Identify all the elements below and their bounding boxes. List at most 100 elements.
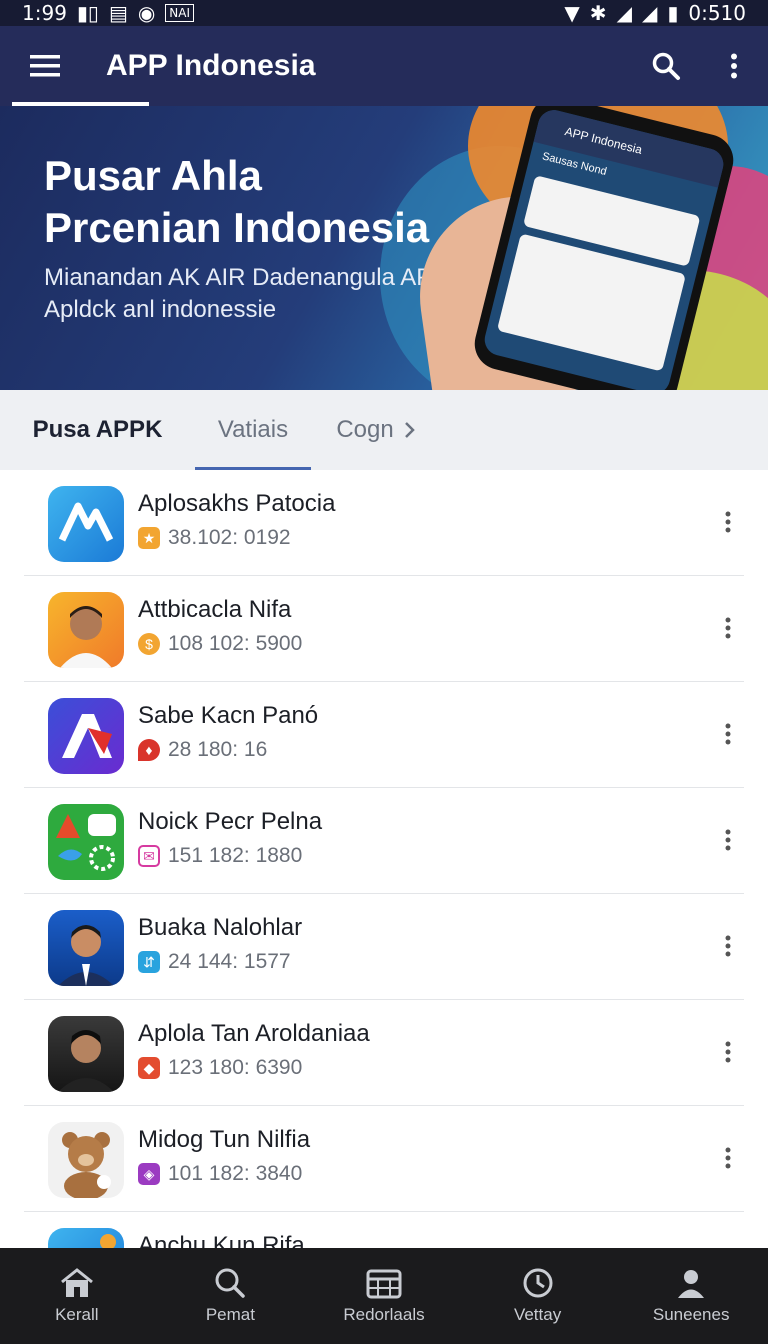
- more-vert-icon: [725, 617, 731, 639]
- bottom-navigation: Kerall Pemat Redorlaals Vettay Suneenes: [0, 1248, 768, 1344]
- tab-label: Pusa APPK: [32, 416, 163, 443]
- more-vert-icon: [725, 1041, 731, 1063]
- more-options-button[interactable]: [712, 930, 744, 962]
- smiling-man-portrait-icon: [48, 1016, 124, 1092]
- app-stats-value: 28 180: 16: [168, 738, 268, 761]
- nav-label: Vettay: [513, 1305, 562, 1324]
- app-bar: APP Indonesia: [0, 26, 768, 106]
- status-clock: 0:510: [688, 1, 746, 25]
- more-options-button[interactable]: [712, 1036, 744, 1068]
- nav-item-kerall[interactable]: Kerall: [0, 1248, 154, 1344]
- status-bar: 1:99 ▮▯ ▤ ◉ NAI ▼ ✱ ◢ ◢ ▮ 0:510: [0, 0, 768, 26]
- nav-label: Kerall: [55, 1305, 99, 1324]
- nav-label: Redorlaals: [343, 1305, 425, 1324]
- menu-button[interactable]: [0, 26, 90, 106]
- more-vert-icon: [725, 511, 731, 533]
- list-item[interactable]: Aplosakhs Patocia ★ 38.102: 0192: [24, 470, 744, 576]
- search-icon: [215, 1268, 246, 1298]
- list-item[interactable]: Sabe Kacn Panó ♦ 28 180: 16: [24, 682, 744, 788]
- menu-icon: [30, 55, 60, 77]
- sim-icon: ▤: [108, 1, 128, 25]
- app-stats: ★ 38.102: 0192: [138, 526, 291, 550]
- chevron-right-icon: [404, 422, 415, 438]
- location-badge-icon: ♦: [138, 739, 160, 761]
- more-options-button[interactable]: [712, 506, 744, 538]
- more-options-button[interactable]: [712, 1142, 744, 1174]
- bluetooth-icon: ✱: [589, 1, 607, 25]
- mail-badge-icon: ✉: [138, 845, 160, 867]
- nav-item-vettay[interactable]: Vettay: [461, 1248, 615, 1344]
- more-options-button[interactable]: [712, 612, 744, 644]
- battery-icon: ▮: [667, 1, 679, 25]
- list-item[interactable]: Attbicacla Nifa $ 108 102: 5900: [24, 576, 744, 682]
- app-stats: ⇵ 24 144: 1577: [138, 950, 291, 974]
- hero-subtitle-line1: Mianandan AK AIR Dadenangula APK: [44, 264, 449, 291]
- green-social-apps-icon: [48, 804, 124, 880]
- app-name: Aplosakhs Patocia: [138, 490, 336, 517]
- blue-app-logo-icon: [48, 486, 124, 562]
- app-stats-value: 38.102: 0192: [168, 526, 291, 549]
- nav-item-suneenes[interactable]: Suneenes: [614, 1248, 768, 1344]
- nav-item-pemat[interactable]: Pemat: [154, 1248, 308, 1344]
- clock-icon: [523, 1268, 553, 1298]
- home-icon: [60, 1268, 93, 1297]
- list-item[interactable]: Noick Pecr Pelna ✉ 151 182: 1880: [24, 788, 744, 894]
- calendar-grid-icon: [366, 1269, 402, 1299]
- tab-label: Cogn: [336, 416, 394, 443]
- man-suit-portrait-icon: [48, 910, 124, 986]
- man-portrait-icon: [48, 592, 124, 668]
- blue-app-partial-icon: [48, 1228, 124, 1248]
- app-name: Aplola Tan Aroldaniaa: [138, 1020, 370, 1047]
- app-name: Anchu Kun Rifa: [138, 1232, 305, 1248]
- app-name: Buaka Nalohlar: [138, 914, 303, 941]
- tab-cogn[interactable]: Cogn: [311, 390, 441, 470]
- hero-title-line2: Prcenian Indonesia: [44, 204, 430, 251]
- hero-banner[interactable]: Pusar Ahla Prcenian Indonesia Mianandan …: [0, 106, 768, 390]
- nav-item-redorlaals[interactable]: Redorlaals: [307, 1248, 461, 1344]
- more-options-button[interactable]: [712, 718, 744, 750]
- app-stats: ◆ 123 180: 6390: [138, 1056, 302, 1080]
- status-time: 1:99: [22, 1, 67, 25]
- list-item[interactable]: Aplola Tan Aroldaniaa ◆ 123 180: 6390: [24, 1000, 744, 1106]
- status-badge: NAI: [165, 4, 195, 22]
- more-vert-icon: [725, 829, 731, 851]
- app-stats-value: 101 182: 3840: [168, 1162, 303, 1185]
- more-vert-icon: [731, 53, 737, 79]
- cell-signal-icon-2: ◢: [641, 1, 658, 25]
- more-options-button[interactable]: [712, 824, 744, 856]
- hero-subtitle-line2: Apldck anl indonessie: [44, 296, 277, 323]
- more-options-button[interactable]: [700, 26, 768, 106]
- more-vert-icon: [725, 935, 731, 957]
- tab-label: Vatiais: [217, 416, 289, 443]
- hero-subtitle: Mianandan AK AIR Dadenangula APK Apldck …: [44, 262, 448, 326]
- red-a-logo-icon: [48, 698, 124, 774]
- list-item[interactable]: Midog Tun Nilfia ◈ 101 182: 3840: [24, 1106, 744, 1212]
- app-name: Noick Pecr Pelna: [138, 808, 323, 835]
- nav-label: Pemat: [205, 1305, 255, 1324]
- app-title: APP Indonesia: [106, 49, 316, 82]
- search-icon: [652, 52, 680, 80]
- cell-signal-icon: ◢: [616, 1, 632, 25]
- app-list: Aplosakhs Patocia ★ 38.102: 0192 Attbica…: [0, 470, 768, 1248]
- app-name: Attbicacla Nifa: [138, 596, 292, 623]
- transfer-badge-icon: ⇵: [138, 951, 160, 973]
- star-badge-icon: ★: [138, 527, 160, 549]
- category-tabs: Pusa APPK Vatiais Cogn: [0, 390, 768, 471]
- list-item[interactable]: Buaka Nalohlar ⇵ 24 144: 1577: [24, 894, 744, 1000]
- signal-bars-icon: ▮▯: [76, 1, 99, 25]
- app-stats-value: 123 180: 6390: [168, 1056, 303, 1079]
- app-stats-value: 24 144: 1577: [168, 950, 291, 973]
- diamond-badge-icon: ◆: [138, 1057, 160, 1079]
- tab-pusa-appk[interactable]: Pusa APPK: [0, 390, 195, 470]
- app-stats: ◈ 101 182: 3840: [138, 1162, 302, 1186]
- app-stats: $ 108 102: 5900: [138, 632, 302, 656]
- tab-vatiais[interactable]: Vatiais: [195, 390, 311, 470]
- app-stats-value: 108 102: 5900: [168, 632, 303, 655]
- list-item[interactable]: Anchu Kun Rifa: [24, 1212, 744, 1248]
- search-button[interactable]: [632, 26, 700, 106]
- hero-title: Pusar Ahla Prcenian Indonesia: [44, 150, 429, 254]
- coin-badge-icon: $: [138, 633, 160, 655]
- nav-label: Suneenes: [652, 1305, 730, 1324]
- person-icon: [678, 1270, 705, 1298]
- purple-badge-icon: ◈: [138, 1163, 160, 1185]
